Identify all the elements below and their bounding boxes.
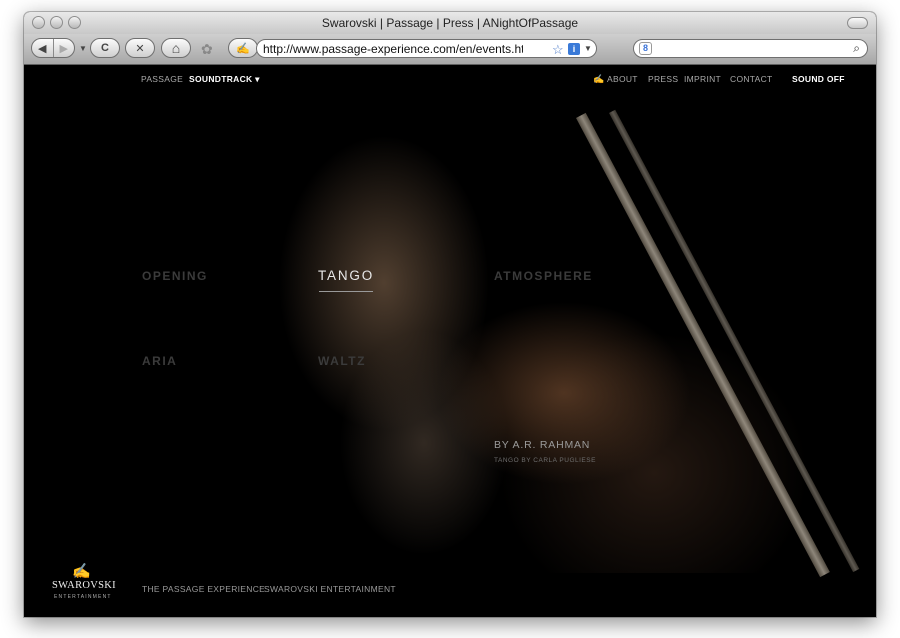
nav-about[interactable]: ABOUT bbox=[607, 74, 638, 84]
footer-link-swarovski-entertainment[interactable]: SWAROVSKI ENTERTAINMENT bbox=[264, 584, 396, 594]
web-page: PASSAGE SOUNDTRACK ▾ ✍ ABOUT PRESS IMPRI… bbox=[24, 65, 876, 617]
nav-contact[interactable]: CONTACT bbox=[730, 74, 773, 84]
violin-bow-shape bbox=[576, 112, 830, 578]
search-engine-icon[interactable]: 8 bbox=[639, 42, 652, 55]
track-opening[interactable]: OPENING bbox=[142, 269, 208, 283]
address-bar[interactable] bbox=[256, 39, 597, 58]
window-title: Swarovski | Passage | Press | ANightOfPa… bbox=[321, 16, 579, 30]
home-icon: ⌂ bbox=[171, 40, 181, 56]
swarovski-swan-icon: ✍ bbox=[72, 563, 91, 580]
page-footer: ✍ SWAROVSKI ENTERTAINMENT THE PASSAGE EX… bbox=[24, 560, 876, 617]
violin-bow-shape bbox=[609, 109, 860, 573]
reload-icon: C bbox=[101, 42, 109, 54]
track-credit: TANGO BY CARLA PUGLIESE bbox=[494, 457, 596, 464]
swan-icon: ✍ bbox=[593, 74, 605, 84]
stop-button[interactable]: ✕ bbox=[125, 38, 155, 58]
swarovski-logo[interactable]: SWAROVSKI bbox=[52, 580, 116, 591]
swarovski-logo-subtitle: ENTERTAINMENT bbox=[54, 594, 112, 600]
track-tango[interactable]: TANGO bbox=[318, 268, 374, 283]
nav-passage[interactable]: PASSAGE bbox=[141, 74, 183, 84]
sound-toggle[interactable]: SOUND OFF bbox=[792, 74, 845, 84]
bookmark-star-icon[interactable]: ☆ bbox=[552, 42, 564, 58]
track-artist: BY A.R. RAHMAN bbox=[494, 439, 591, 451]
settings-icon[interactable]: ✿ bbox=[201, 41, 213, 58]
top-navigation: PASSAGE SOUNDTRACK ▾ ✍ ABOUT PRESS IMPRI… bbox=[24, 65, 876, 91]
site-info-icon[interactable]: i bbox=[568, 43, 580, 55]
nav-press[interactable]: PRESS bbox=[648, 74, 678, 84]
search-box[interactable]: 8 ⌕ bbox=[633, 39, 868, 58]
browser-toolbar: ◀ ▶ ▼ C ✕ ⌂ ✿ ✍ ☆ i ▼ 8 ⌕ bbox=[24, 34, 876, 65]
nav-imprint[interactable]: IMPRINT bbox=[684, 74, 721, 84]
browser-window: Swarovski | Passage | Press | ANightOfPa… bbox=[24, 12, 876, 617]
footer-link-passage-experience[interactable]: THE PASSAGE EXPERIENCE bbox=[142, 584, 265, 594]
page-menu-button[interactable]: ✍ bbox=[228, 38, 258, 58]
track-waltz[interactable]: WALTZ bbox=[318, 354, 366, 368]
home-button[interactable]: ⌂ bbox=[161, 38, 191, 58]
search-input[interactable] bbox=[662, 42, 846, 56]
stop-icon: ✕ bbox=[135, 42, 145, 55]
title-bar: Swarovski | Passage | Press | ANightOfPa… bbox=[24, 12, 876, 35]
url-input[interactable] bbox=[263, 41, 523, 56]
reload-button[interactable]: C bbox=[90, 38, 120, 58]
url-dropdown-icon[interactable]: ▼ bbox=[584, 44, 592, 53]
violinist-hero-image bbox=[94, 93, 876, 578]
active-track-underline bbox=[319, 291, 373, 292]
nav-soundtrack[interactable]: SOUNDTRACK ▾ bbox=[189, 74, 260, 85]
track-aria[interactable]: ARIA bbox=[142, 354, 177, 368]
back-forward-group: ◀ ▶ bbox=[31, 38, 75, 58]
toolbar-toggle-button[interactable] bbox=[847, 17, 868, 29]
search-icon[interactable]: ⌕ bbox=[853, 41, 860, 56]
back-icon[interactable]: ◀ bbox=[32, 42, 53, 55]
forward-icon[interactable]: ▶ bbox=[53, 42, 74, 55]
history-dropdown-icon[interactable]: ▼ bbox=[79, 44, 87, 53]
track-atmosphere[interactable]: ATMOSPHERE bbox=[494, 269, 593, 283]
page-icon: ✍ bbox=[236, 42, 250, 55]
